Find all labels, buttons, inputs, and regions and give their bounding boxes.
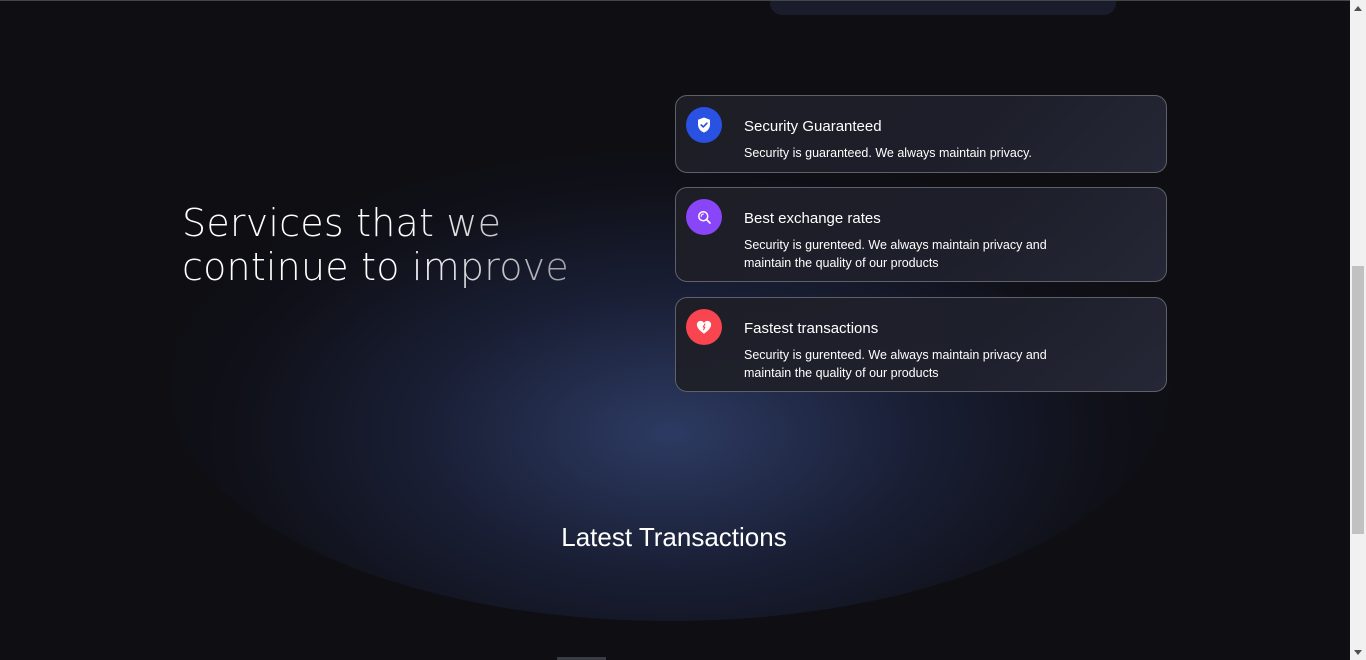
heart-glyph [696,320,712,334]
latest-transactions-heading: Latest Transactions [561,522,787,552]
vertical-scrollbar[interactable] [1350,0,1366,660]
headline-line-2: continue to improve [182,245,569,289]
search-icon [686,199,722,235]
service-card-exchange-rates: Best exchange rates Security is gurentee… [675,187,1167,282]
service-card-fastest-transactions: Fastest transactions Security is gurente… [675,297,1167,392]
scrollbar-thumb[interactable] [1352,266,1364,534]
headline-line-1: Services that we [182,201,502,245]
shield-check-icon [686,107,722,143]
service-title: Security Guaranteed [744,118,882,135]
services-headline: Services that we continue to improve [182,201,602,289]
scroll-up-arrow-icon[interactable] [1350,0,1366,16]
shield-check-glyph [698,117,710,133]
heart-icon [686,309,722,345]
search-glyph [698,211,711,224]
service-title: Fastest transactions [744,320,879,337]
service-description: Security is gurenteed. We always maintai… [744,348,1047,380]
service-title: Best exchange rates [744,210,881,227]
browser-viewport: Services that we continue to improve Sec… [0,0,1366,660]
page-content: Services that we continue to improve Sec… [0,1,1350,660]
previous-section-card [770,1,1116,15]
scroll-down-arrow-icon[interactable] [1350,644,1366,660]
service-description: Security is gurenteed. We always maintai… [744,238,1047,270]
service-card-security: Security Guaranteed Security is guarante… [675,95,1167,173]
services-list: Security Guaranteed Security is guarante… [675,95,1167,406]
service-description: Security is guaranteed. We always mainta… [744,146,1032,160]
